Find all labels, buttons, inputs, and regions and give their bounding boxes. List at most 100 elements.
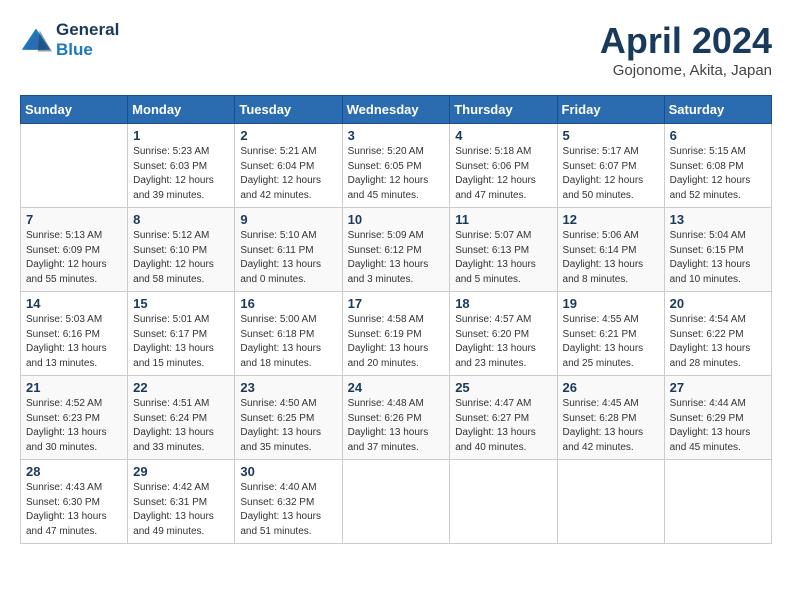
day-number: 19 — [563, 296, 659, 311]
day-number: 22 — [133, 380, 229, 395]
day-cell: 23 Sunrise: 4:50 AM Sunset: 6:25 PM Dayli… — [235, 376, 342, 460]
day-info: Sunrise: 4:50 AM Sunset: 6:25 PM Dayligh… — [240, 397, 336, 455]
day-info: Sunrise: 4:51 AM Sunset: 6:24 PM Dayligh… — [133, 397, 229, 455]
day-cell: 2 Sunrise: 5:21 AM Sunset: 6:04 PM Daylig… — [235, 124, 342, 208]
day-info: Sunrise: 5:10 AM Sunset: 6:11 PM Dayligh… — [240, 229, 336, 287]
day-number: 2 — [240, 128, 336, 143]
day-info: Sunrise: 5:18 AM Sunset: 6:06 PM Dayligh… — [455, 145, 551, 203]
day-number: 26 — [563, 380, 659, 395]
day-info: Sunrise: 4:45 AM Sunset: 6:28 PM Dayligh… — [563, 397, 659, 455]
day-info: Sunrise: 5:06 AM Sunset: 6:14 PM Dayligh… — [563, 229, 659, 287]
day-info: Sunrise: 4:47 AM Sunset: 6:27 PM Dayligh… — [455, 397, 551, 455]
day-number: 4 — [455, 128, 551, 143]
day-info: Sunrise: 4:43 AM Sunset: 6:30 PM Dayligh… — [26, 481, 122, 539]
day-number: 13 — [670, 212, 766, 227]
day-number: 6 — [670, 128, 766, 143]
day-cell: 17Sunrise: 4:58 AM Sunset: 6:19 PM Dayli… — [342, 292, 450, 376]
day-number: 20 — [670, 296, 766, 311]
header-cell-sunday: Sunday — [21, 96, 128, 124]
day-cell: 15 Sunrise: 5:01 AM Sunset: 6:17 PM Dayli… — [128, 292, 235, 376]
day-cell: 10 Sunrise: 5:09 AM Sunset: 6:12 PM Dayli… — [342, 208, 450, 292]
logo-text: General Blue — [56, 20, 119, 60]
day-info: Sunrise: 5:21 AM Sunset: 6:04 PM Dayligh… — [240, 145, 336, 203]
day-number: 15 — [133, 296, 229, 311]
day-cell — [342, 460, 450, 544]
day-info: Sunrise: 5:04 AM Sunset: 6:15 PM Dayligh… — [670, 229, 766, 287]
day-info: Sunrise: 4:52 AM Sunset: 6:23 PM Dayligh… — [26, 397, 122, 455]
header-cell-saturday: Saturday — [664, 96, 771, 124]
day-cell: 27 Sunrise: 4:44 AM Sunset: 6:29 PM Dayli… — [664, 376, 771, 460]
day-info: Sunrise: 4:44 AM Sunset: 6:29 PM Dayligh… — [670, 397, 766, 455]
day-number: 28 — [26, 464, 122, 479]
day-number: 16 — [240, 296, 336, 311]
day-cell: 5 Sunrise: 5:17 AM Sunset: 6:07 PM Daylig… — [557, 124, 664, 208]
day-cell: 9 Sunrise: 5:10 AM Sunset: 6:11 PM Daylig… — [235, 208, 342, 292]
calendar-table: SundayMondayTuesdayWednesdayThursdayFrid… — [20, 95, 772, 544]
header-cell-thursday: Thursday — [450, 96, 557, 124]
logo-icon — [20, 26, 52, 54]
week-row-3: 14 Sunrise: 5:03 AM Sunset: 6:16 PM Dayli… — [21, 292, 772, 376]
day-cell: 25 Sunrise: 4:47 AM Sunset: 6:27 PM Dayli… — [450, 376, 557, 460]
day-number: 3 — [348, 128, 445, 143]
day-info: Sunrise: 5:03 AM Sunset: 6:16 PM Dayligh… — [26, 313, 122, 371]
day-cell: 30 Sunrise: 4:40 AM Sunset: 6:32 PM Dayli… — [235, 460, 342, 544]
day-cell: 24Sunrise: 4:48 AM Sunset: 6:26 PM Dayli… — [342, 376, 450, 460]
day-info: Sunrise: 4:54 AM Sunset: 6:22 PM Dayligh… — [670, 313, 766, 371]
day-cell — [21, 124, 128, 208]
logo: General Blue — [20, 20, 119, 60]
week-row-5: 28 Sunrise: 4:43 AM Sunset: 6:30 PM Dayli… — [21, 460, 772, 544]
day-number: 24 — [348, 380, 445, 395]
day-cell: 29 Sunrise: 4:42 AM Sunset: 6:31 PM Dayli… — [128, 460, 235, 544]
day-info: Sunrise: 5:01 AM Sunset: 6:17 PM Dayligh… — [133, 313, 229, 371]
day-number: 14 — [26, 296, 122, 311]
day-number: 7 — [26, 212, 122, 227]
day-cell: 28 Sunrise: 4:43 AM Sunset: 6:30 PM Dayli… — [21, 460, 128, 544]
day-number: 27 — [670, 380, 766, 395]
day-cell — [664, 460, 771, 544]
day-number: 5 — [563, 128, 659, 143]
header-cell-monday: Monday — [128, 96, 235, 124]
day-info: Sunrise: 4:42 AM Sunset: 6:31 PM Dayligh… — [133, 481, 229, 539]
day-number: 11 — [455, 212, 551, 227]
day-cell: 13 Sunrise: 5:04 AM Sunset: 6:15 PM Dayli… — [664, 208, 771, 292]
day-number: 9 — [240, 212, 336, 227]
day-cell: 1Sunrise: 5:23 AM Sunset: 6:03 PM Daylig… — [128, 124, 235, 208]
day-cell — [450, 460, 557, 544]
day-cell: 19Sunrise: 4:55 AM Sunset: 6:21 PM Dayli… — [557, 292, 664, 376]
day-info: Sunrise: 4:58 AM Sunset: 6:19 PM Dayligh… — [348, 313, 445, 371]
day-cell: 3 Sunrise: 5:20 AM Sunset: 6:05 PM Daylig… — [342, 124, 450, 208]
day-cell: 22 Sunrise: 4:51 AM Sunset: 6:24 PM Dayli… — [128, 376, 235, 460]
week-row-1: 1Sunrise: 5:23 AM Sunset: 6:03 PM Daylig… — [21, 124, 772, 208]
day-cell: 11 Sunrise: 5:07 AM Sunset: 6:13 PM Dayli… — [450, 208, 557, 292]
header-cell-tuesday: Tuesday — [235, 96, 342, 124]
day-number: 25 — [455, 380, 551, 395]
header-row: SundayMondayTuesdayWednesdayThursdayFrid… — [21, 96, 772, 124]
header-cell-wednesday: Wednesday — [342, 96, 450, 124]
page-header: General Blue April 2024 Gojonome, Akita,… — [20, 20, 772, 79]
day-cell: 12Sunrise: 5:06 AM Sunset: 6:14 PM Dayli… — [557, 208, 664, 292]
day-info: Sunrise: 5:23 AM Sunset: 6:03 PM Dayligh… — [133, 145, 229, 203]
day-number: 10 — [348, 212, 445, 227]
day-number: 18 — [455, 296, 551, 311]
day-cell: 6Sunrise: 5:15 AM Sunset: 6:08 PM Daylig… — [664, 124, 771, 208]
day-info: Sunrise: 4:40 AM Sunset: 6:32 PM Dayligh… — [240, 481, 336, 539]
title-block: April 2024 Gojonome, Akita, Japan — [600, 20, 772, 79]
day-number: 23 — [240, 380, 336, 395]
week-row-2: 7 Sunrise: 5:13 AM Sunset: 6:09 PM Daylig… — [21, 208, 772, 292]
day-info: Sunrise: 5:09 AM Sunset: 6:12 PM Dayligh… — [348, 229, 445, 287]
day-info: Sunrise: 5:17 AM Sunset: 6:07 PM Dayligh… — [563, 145, 659, 203]
week-row-4: 21Sunrise: 4:52 AM Sunset: 6:23 PM Dayli… — [21, 376, 772, 460]
day-number: 29 — [133, 464, 229, 479]
day-info: Sunrise: 5:12 AM Sunset: 6:10 PM Dayligh… — [133, 229, 229, 287]
day-info: Sunrise: 5:13 AM Sunset: 6:09 PM Dayligh… — [26, 229, 122, 287]
day-info: Sunrise: 5:20 AM Sunset: 6:05 PM Dayligh… — [348, 145, 445, 203]
day-number: 30 — [240, 464, 336, 479]
day-cell: 26 Sunrise: 4:45 AM Sunset: 6:28 PM Dayli… — [557, 376, 664, 460]
day-cell: 4 Sunrise: 5:18 AM Sunset: 6:06 PM Daylig… — [450, 124, 557, 208]
day-cell: 18Sunrise: 4:57 AM Sunset: 6:20 PM Dayli… — [450, 292, 557, 376]
day-cell — [557, 460, 664, 544]
day-cell: 8Sunrise: 5:12 AM Sunset: 6:10 PM Daylig… — [128, 208, 235, 292]
day-cell: 21Sunrise: 4:52 AM Sunset: 6:23 PM Dayli… — [21, 376, 128, 460]
day-info: Sunrise: 5:07 AM Sunset: 6:13 PM Dayligh… — [455, 229, 551, 287]
day-cell: 20 Sunrise: 4:54 AM Sunset: 6:22 PM Dayli… — [664, 292, 771, 376]
